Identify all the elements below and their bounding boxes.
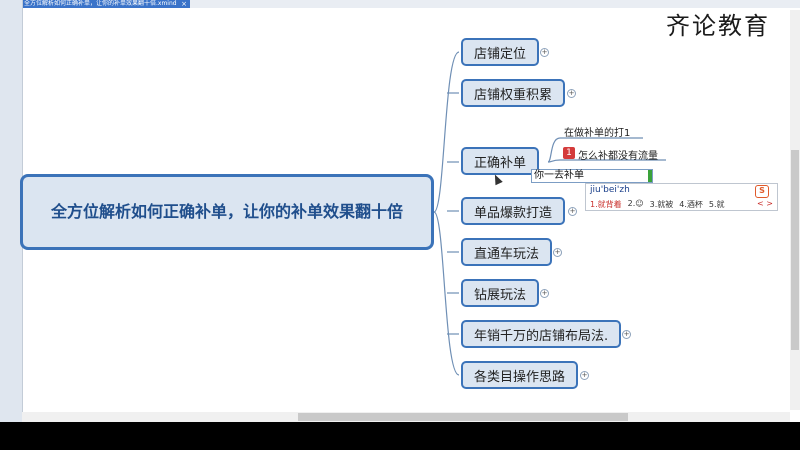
priority-badge: 1 [563, 147, 575, 159]
topic-label: 正确补单 [474, 155, 527, 171]
topic-label: 年销千万的店铺布局法. [474, 328, 609, 344]
topic-label: 钻展玩法 [474, 287, 527, 303]
ime-candidate[interactable]: 2.☺ [628, 199, 644, 210]
mindmap-editor-window: 全方位解析如何正确补单，让你的补单效果翻十倍.xmind × 齐论教育 全方位解… [0, 0, 800, 422]
sogou-ime-icon: S [755, 185, 769, 198]
expand-icon[interactable]: + [567, 89, 576, 98]
topic-store-positioning[interactable]: 店铺定位 [461, 38, 540, 66]
topic-correct-order-boosting[interactable]: 正确补单 [461, 147, 540, 175]
topic-label: 各类目操作思路 [474, 369, 566, 385]
horizontal-scrollbar[interactable] [22, 412, 790, 422]
central-topic-text: 全方位解析如何正确补单，让你的补单效果翻十倍 [50, 202, 403, 221]
topic-through-train[interactable]: 直通车玩法 [461, 238, 553, 266]
topic-category-strategy[interactable]: 各类目操作思路 [461, 361, 579, 389]
central-topic[interactable]: 全方位解析如何正确补单，让你的补单效果翻十倍 [20, 174, 434, 250]
vertical-scrollbar[interactable] [790, 10, 800, 410]
expand-icon[interactable]: + [553, 248, 562, 257]
ime-pinyin: jiu'bei'zh [590, 185, 630, 195]
topic-diamond-booth[interactable]: 钻展玩法 [461, 279, 540, 307]
topic-label: 直通车玩法 [474, 246, 540, 262]
ime-candidate-window[interactable]: jiu'bei'zh S 1.就背着 2.☺ 3.就被 4.酒杯 5.就 < > [585, 183, 778, 211]
topic-store-weight[interactable]: 店铺权重积累 [461, 79, 566, 107]
topic-label: 单品爆款打造 [474, 205, 553, 221]
topic-store-layout[interactable]: 年销千万的店铺布局法. [461, 320, 622, 348]
expand-icon[interactable]: + [622, 330, 631, 339]
topic-edit-input[interactable]: 你一去补单 [531, 169, 653, 183]
ime-candidate[interactable]: 5.就 [709, 199, 725, 210]
expand-icon[interactable]: + [580, 371, 589, 380]
connector-trunk [433, 51, 460, 213]
topic-edit-value: 你一去补单 [534, 170, 584, 181]
topic-hot-item-building[interactable]: 单品爆款打造 [461, 197, 566, 225]
topic-label: 店铺定位 [474, 46, 527, 62]
horizontal-scroll-thumb[interactable] [298, 413, 628, 421]
ime-candidates: 1.就背着 2.☺ 3.就被 4.酒杯 5.就 [590, 199, 725, 210]
expand-icon[interactable]: + [568, 207, 577, 216]
text-caret [648, 170, 652, 182]
ime-candidate[interactable]: 3.就被 [650, 199, 674, 210]
ime-page-arrows-icon[interactable]: < > [757, 199, 773, 208]
subtopic-text[interactable]: 在做补单的打1 [564, 124, 630, 139]
subtopic-text[interactable]: 怎么补都没有流量 [578, 147, 658, 162]
expand-icon[interactable]: + [540, 48, 549, 57]
topic-label: 店铺权重积累 [474, 87, 553, 103]
ime-candidate[interactable]: 1.就背着 [590, 199, 622, 210]
ime-candidate[interactable]: 4.酒杯 [679, 199, 703, 210]
expand-icon[interactable]: + [540, 289, 549, 298]
vertical-scroll-thumb[interactable] [791, 150, 799, 350]
